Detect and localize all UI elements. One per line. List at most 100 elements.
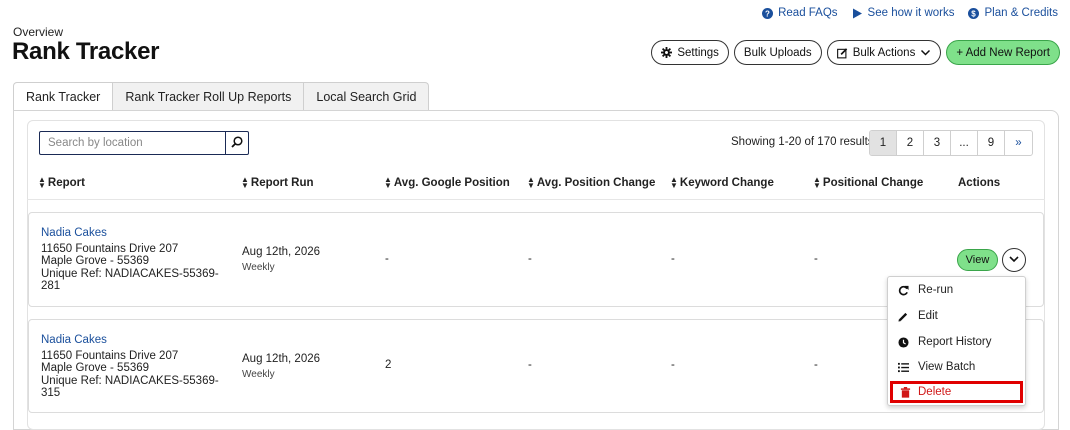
read-faqs-link[interactable]: ? Read FAQs [762, 7, 838, 19]
toolbar: Settings Bulk Uploads Bulk Actions + Add… [651, 40, 1060, 65]
sort-icon: ▲ ▼ [527, 175, 535, 190]
see-how-it-works-label: See how it works [867, 7, 955, 19]
report-run-date: Aug 12th, 2026 [242, 353, 321, 365]
sort-icon: ▲ ▼ [384, 175, 392, 190]
avg-position-change-cell: - [528, 359, 532, 371]
menu-item-label: Report History [918, 336, 992, 348]
report-cell: Nadia Cakes 11650 Fountains Drive 207 Ma… [41, 334, 219, 400]
page-9[interactable]: 9 [978, 131, 1005, 155]
settings-label: Settings [677, 46, 719, 59]
search-input[interactable] [39, 131, 226, 155]
clock-icon [898, 336, 909, 348]
menu-item-report-history[interactable]: Report History [888, 332, 1025, 352]
column-header-avg-google-position[interactable]: ▲ ▼ Avg. Google Position [384, 175, 510, 190]
report-run-cell: Aug 12th, 2026 Weekly [242, 246, 320, 273]
menu-item-label: Delete [918, 386, 952, 398]
refresh-icon [898, 285, 909, 296]
add-new-report-label: + Add New Report [956, 46, 1050, 59]
report-address-line2: Maple Grove - 55369 [41, 255, 150, 267]
keyword-change-cell: - [671, 359, 675, 371]
menu-item-label: View Batch [918, 361, 976, 373]
tab-bar: Rank Tracker Rank Tracker Roll Up Report… [13, 82, 430, 111]
question-circle-icon: ? [762, 7, 774, 19]
chevron-down-icon [920, 47, 931, 58]
page-title: Rank Tracker [12, 38, 160, 65]
page-2[interactable]: 2 [897, 131, 924, 155]
results-count: Showing 1-20 of 170 results [731, 136, 874, 148]
column-header-actions: Actions [958, 177, 1000, 189]
report-address-line1: 11650 Fountains Drive 207 [41, 349, 179, 362]
breadcrumb-overview: Overview [13, 25, 64, 39]
report-name-link[interactable]: Nadia Cakes [41, 227, 219, 240]
column-header-label: Positional Change [822, 177, 924, 189]
page-last[interactable]: » [1005, 131, 1032, 155]
column-header-label: Avg. Google Position [393, 177, 510, 189]
keyword-change-cell: - [671, 253, 675, 265]
add-new-report-button[interactable]: + Add New Report [946, 40, 1060, 65]
actions-dropdown-menu: Re-run Edit Report History View Batch De… [887, 276, 1026, 406]
menu-item-view-batch[interactable]: View Batch [888, 357, 1025, 377]
trash-icon [900, 386, 911, 398]
settings-button[interactable]: Settings [651, 40, 729, 65]
search-button[interactable] [226, 131, 249, 155]
column-header-label: Report [47, 177, 85, 189]
report-unique-ref: Unique Ref: NADIACAKES-55369- [41, 374, 219, 387]
report-run-frequency: Weekly [242, 369, 275, 380]
chevron-down-icon [1008, 253, 1020, 268]
svg-text:?: ? [765, 9, 770, 18]
report-unique-ref-cont: 281 [41, 280, 61, 292]
search-icon [231, 135, 243, 151]
pencil-icon [898, 311, 909, 322]
pagination: 1 2 3 ... 9 » [869, 130, 1033, 156]
report-name-link[interactable]: Nadia Cakes [41, 334, 219, 347]
menu-item-edit[interactable]: Edit [888, 306, 1025, 326]
column-header-avg-position-change[interactable]: ▲ ▼ Avg. Position Change [527, 175, 655, 190]
report-run-cell: Aug 12th, 2026 Weekly [242, 353, 320, 380]
positional-change-cell: - [814, 359, 818, 371]
avg-google-position-cell: 2 [385, 359, 392, 371]
sort-icon: ▲ ▼ [670, 175, 678, 190]
report-unique-ref-cont: 315 [41, 387, 61, 399]
bulk-uploads-label: Bulk Uploads [743, 46, 812, 59]
report-address-line2: Maple Grove - 55369 [41, 362, 150, 374]
menu-item-rerun[interactable]: Re-run [888, 280, 1025, 300]
column-header-report[interactable]: ▲ ▼ Report [38, 176, 85, 190]
avg-position-change-cell: - [528, 253, 532, 265]
header-divider [27, 199, 1045, 200]
bulk-actions-button[interactable]: Bulk Actions [826, 40, 942, 65]
tab-rank-tracker[interactable]: Rank Tracker [13, 82, 114, 111]
play-icon [852, 8, 863, 19]
report-run-frequency: Weekly [242, 262, 275, 273]
edit-square-icon [836, 47, 848, 59]
column-header-label: Report Run [250, 177, 314, 189]
plan-credits-label: Plan & Credits [984, 7, 1058, 19]
page-ellipsis: ... [951, 131, 978, 155]
plan-credits-link[interactable]: $ Plan & Credits [968, 7, 1058, 19]
positional-change-cell: - [814, 253, 818, 265]
sort-icon: ▲ ▼ [813, 175, 821, 190]
menu-item-label: Edit [918, 310, 938, 322]
actions-dropdown-button[interactable] [1002, 248, 1026, 272]
column-header-keyword-change[interactable]: ▲ ▼ Keyword Change [670, 175, 774, 190]
report-run-date: Aug 12th, 2026 [242, 246, 321, 258]
column-header-positional-change[interactable]: ▲ ▼ Positional Change [813, 175, 924, 190]
bulk-actions-label: Bulk Actions [852, 46, 916, 59]
report-unique-ref: Unique Ref: NADIACAKES-55369- [41, 267, 219, 280]
view-button[interactable]: View [957, 249, 998, 271]
dollar-circle-icon: $ [968, 7, 980, 19]
bulk-uploads-button[interactable]: Bulk Uploads [733, 40, 822, 65]
avg-google-position-cell: - [385, 253, 389, 265]
menu-item-delete[interactable]: Delete [890, 381, 1023, 403]
column-header-report-run[interactable]: ▲ ▼ Report Run [241, 175, 314, 190]
search-bar [39, 131, 249, 155]
svg-text:$: $ [972, 9, 977, 18]
page-1[interactable]: 1 [870, 131, 897, 155]
tab-local-search-grid[interactable]: Local Search Grid [304, 82, 430, 111]
see-how-it-works-link[interactable]: See how it works [852, 7, 955, 19]
sort-icon: ▲ ▼ [241, 175, 249, 190]
tab-rank-tracker-roll-up-reports[interactable]: Rank Tracker Roll Up Reports [113, 82, 305, 111]
gear-icon [661, 47, 673, 58]
menu-item-label: Re-run [918, 284, 954, 296]
column-header-label: Keyword Change [679, 177, 774, 189]
page-3[interactable]: 3 [924, 131, 951, 155]
